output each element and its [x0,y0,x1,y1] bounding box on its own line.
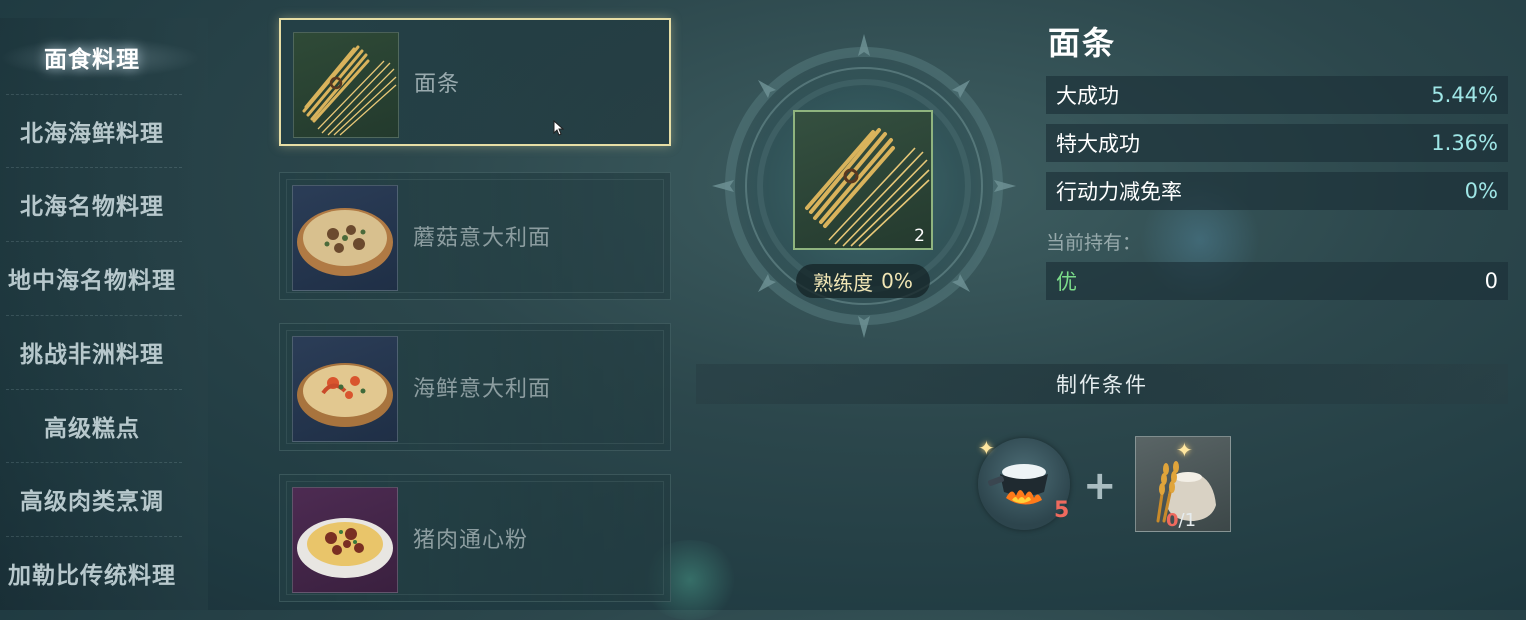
recipe-name: 猪肉通心粉 [413,528,529,553]
crafting-conditions-header: 制作条件 [696,364,1508,404]
material-need: /1 [1178,510,1197,531]
crafting-conditions-title: 制作条件 [1056,373,1148,397]
recipe-name: 海鲜意大利面 [413,377,552,402]
held-count: 0 [1484,269,1498,293]
recipe-name: 蘑菇意大利面 [413,226,552,251]
mushroom-pasta-icon [292,185,398,291]
noodles-icon [293,32,399,138]
category-north-sea-specialty[interactable]: 北海名物料理 [0,167,184,240]
category-african-challenge[interactable]: 挑战非洲料理 [0,315,184,388]
recipe-item-pork-macaroni[interactable]: 猪肉通心粉 [279,474,671,602]
category-mediterranean-specialty[interactable]: 地中海名物料理 [0,241,184,314]
stat-label: 特大成功 [1056,132,1140,156]
category-noodle-dishes[interactable]: 面食料理 [0,20,184,93]
stat-row-action-reduction: 行动力减免率 0% [1046,172,1508,210]
stat-value: 1.36% [1431,131,1498,155]
mouse-cursor-icon [553,119,565,140]
proficiency-value: 0% [881,269,913,293]
plus-icon: + [1083,463,1117,509]
item-title: 面条 [1048,24,1117,62]
material-have: 0 [1166,510,1179,531]
recipe-item-mushroom-pasta[interactable]: 蘑菇意大利面 [279,172,671,300]
stat-label: 行动力减免率 [1056,180,1182,204]
category-premium-pastry[interactable]: 高级糕点 [0,389,184,462]
stat-value: 0% [1464,179,1498,203]
stat-row-huge-success: 特大成功 1.36% [1046,124,1508,162]
held-row: 优 0 [1046,262,1508,300]
currently-held-label: 当前持有： [1046,232,1142,254]
material-count: 0/1 [1166,510,1196,531]
stat-label: 大成功 [1056,84,1119,108]
item-count: 2 [914,226,925,246]
noodles-icon [805,128,930,247]
selected-item-slot[interactable]: 2 [793,110,933,250]
recipe-name: 面条 [414,72,461,97]
category-north-sea-seafood[interactable]: 北海海鲜料理 [0,94,184,167]
stat-value: 5.44% [1431,83,1498,107]
pork-macaroni-icon [292,487,398,593]
category-premium-meat[interactable]: 高级肉类烹调 [0,462,184,535]
sparkle-icon: ✦ [978,436,995,460]
recipe-item-seafood-pasta[interactable]: 海鲜意大利面 [279,323,671,451]
seafood-pasta-icon [292,336,398,442]
category-caribbean-traditional[interactable]: 加勒比传统料理 [0,536,184,609]
sparkle-icon: ✦ [1176,438,1193,462]
tool-count: 5 [1054,498,1070,523]
proficiency-label: 熟练度 [813,270,874,295]
proficiency-badge: 熟练度 0% [796,264,930,298]
held-grade: 优 [1056,270,1077,294]
stat-row-great-success: 大成功 5.44% [1046,76,1508,114]
recipe-item-noodles[interactable]: 面条 [279,18,671,146]
